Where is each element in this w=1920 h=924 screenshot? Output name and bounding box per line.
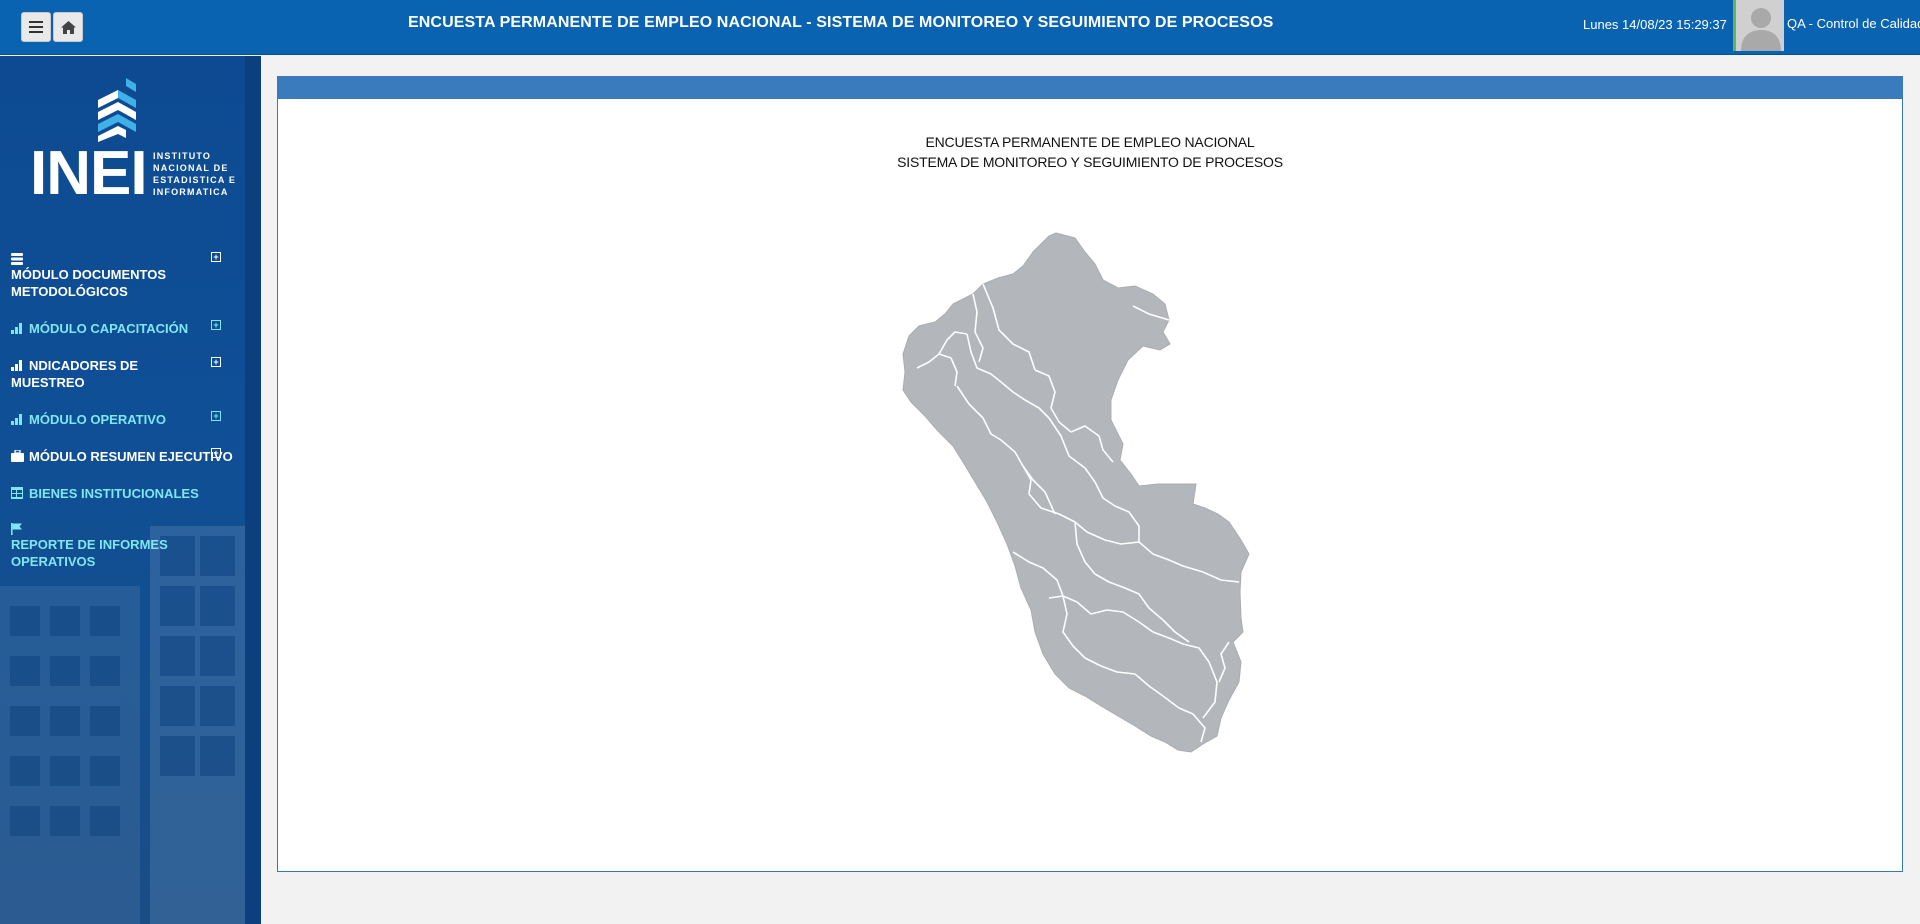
- top-bar: ENCUESTA PERMANENTE DE EMPLEO NACIONAL -…: [0, 0, 1920, 55]
- briefcase-icon: [11, 449, 24, 462]
- sidebar-item-label: MÓDULO DOCUMENTOS METODOLÓGICOS: [11, 267, 167, 299]
- sidebar-item-documentos-metodologicos[interactable]: MÓDULO DOCUMENTOS METODOLÓGICOS +: [0, 252, 245, 300]
- main-title-line1: ENCUESTA PERMANENTE DE EMPLEO NACIONAL: [925, 134, 1255, 150]
- sidebar-item-reporte-informes[interactable]: REPORTE DE INFORMES OPERATIVOS: [0, 522, 245, 570]
- sidebar: INEI INSTITUTO NACIONAL DE ESTADISTICA E…: [0, 56, 245, 924]
- logo-name: INEI: [30, 139, 148, 208]
- sidebar-item-capacitacion[interactable]: MÓDULO CAPACITACIÓN +: [0, 320, 245, 337]
- sidebar-item-label: MÓDULO RESUMEN EJECUTIVO: [29, 449, 233, 464]
- datetime-display: Lunes 14/08/23 15:29:37: [1583, 17, 1727, 32]
- sidebar-item-bienes-institucionales[interactable]: BIENES INSTITUCIONALES: [0, 485, 245, 502]
- logo-subtitle: INSTITUTO NACIONAL DE ESTADISTICA E INFO…: [153, 151, 237, 197]
- peru-map-outline: [902, 232, 1250, 753]
- user-avatar[interactable]: [1733, 0, 1784, 51]
- building-background-image: [0, 526, 245, 924]
- sidebar-item-indicadores-muestreo[interactable]: NDICADORES DE MUESTREO +: [0, 357, 245, 391]
- expand-plus-icon[interactable]: +: [211, 448, 221, 458]
- user-name[interactable]: QA - Control de Calidad: [1787, 16, 1920, 31]
- hamburger-icon[interactable]: [21, 12, 51, 42]
- expand-plus-icon[interactable]: +: [211, 252, 221, 262]
- sidebar-item-label: MÓDULO CAPACITACIÓN: [29, 321, 189, 336]
- home-icon[interactable]: [53, 12, 83, 42]
- sidebar-item-label: MÓDULO OPERATIVO: [29, 412, 166, 427]
- expand-plus-icon[interactable]: +: [211, 411, 221, 421]
- bar-chart-icon: [11, 321, 23, 334]
- expand-plus-icon[interactable]: +: [211, 357, 221, 367]
- flag-icon: [11, 522, 205, 536]
- main-panel: ENCUESTA PERMANENTE DE EMPLEO NACIONAL S…: [277, 76, 1903, 872]
- sidebar-item-label: REPORTE DE INFORMES OPERATIVOS: [11, 537, 168, 569]
- sidebar-item-operativo[interactable]: MÓDULO OPERATIVO +: [0, 411, 245, 428]
- database-icon: [11, 252, 205, 266]
- bar-chart-icon: [11, 358, 23, 371]
- sidebar-item-label: NDICADORES DE MUESTREO: [11, 358, 139, 390]
- table-icon: [11, 486, 23, 499]
- sidebar-nav: MÓDULO DOCUMENTOS METODOLÓGICOS + MÓDULO…: [0, 252, 245, 570]
- main-title-line2: SISTEMA DE MONITOREO Y SEGUIMIENTO DE PR…: [897, 154, 1283, 170]
- bar-chart-icon: [11, 412, 23, 425]
- inei-logo-icon: [98, 78, 136, 142]
- peru-map[interactable]: [873, 222, 1293, 842]
- expand-plus-icon[interactable]: +: [211, 320, 221, 330]
- sidebar-item-resumen-ejecutivo[interactable]: MÓDULO RESUMEN EJECUTIVO +: [0, 448, 245, 465]
- sidebar-item-label: BIENES INSTITUCIONALES: [29, 486, 199, 501]
- sidebar-edge: [245, 56, 261, 924]
- panel-header: [278, 77, 1902, 99]
- app-title: ENCUESTA PERMANENTE DE EMPLEO NACIONAL -…: [408, 14, 1274, 31]
